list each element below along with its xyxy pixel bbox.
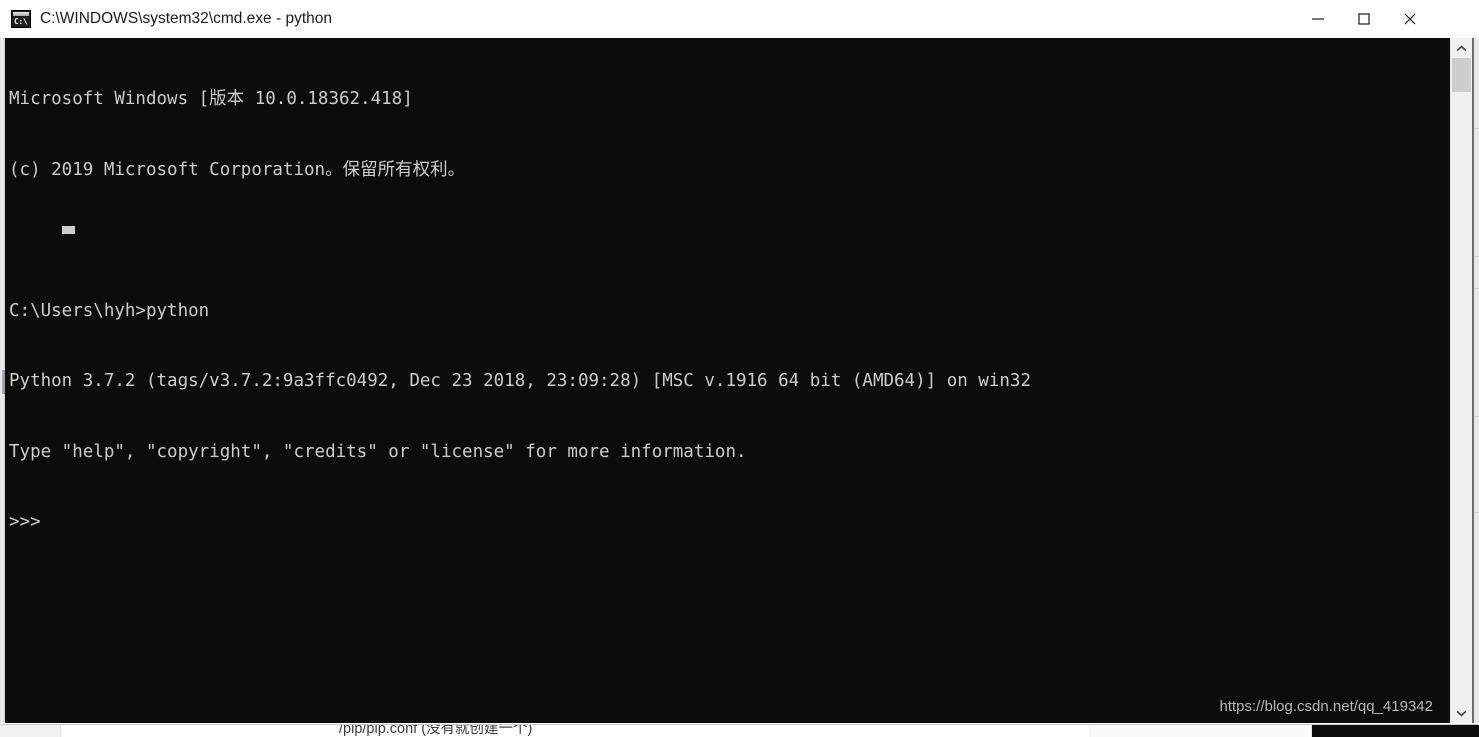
console-line: Type "help", "copyright", "credits" or "… xyxy=(9,441,747,462)
background-page-content: /pip/pip.conf (没有就创建一个) xyxy=(60,723,1312,737)
cmd-icon-titlebar xyxy=(13,12,29,16)
close-button[interactable] xyxy=(1387,0,1433,37)
text-cursor xyxy=(62,226,75,234)
close-icon xyxy=(1404,13,1416,24)
console-output-area[interactable]: Microsoft Windows [版本 10.0.18362.418] (c… xyxy=(5,38,1450,723)
scrollbar-thumb[interactable] xyxy=(1452,58,1471,92)
scroll-down-button[interactable] xyxy=(1451,703,1472,722)
minimize-button[interactable] xyxy=(1295,0,1341,37)
console-prompt-line: >>> xyxy=(9,512,41,532)
console-line: Microsoft Windows [版本 10.0.18362.418] xyxy=(9,89,413,109)
background-page-sidebar xyxy=(1090,723,1309,737)
scroll-down-arrow-icon xyxy=(1456,710,1467,716)
background-window-strip: /pip/pip.conf (没有就创建一个) xyxy=(0,723,1479,737)
console-window: C:\ C:\WINDOWS\system32\cmd.exe - python… xyxy=(0,0,1479,724)
background-right-dark-area xyxy=(1312,723,1479,737)
vertical-scrollbar[interactable] xyxy=(1450,38,1472,723)
console-line: (c) 2019 Microsoft Corporation。保留所有权利。 xyxy=(9,159,466,180)
edge-tick xyxy=(1474,288,1479,289)
cmd-icon-prompt-text: C:\ xyxy=(14,17,28,26)
edge-tick xyxy=(1474,256,1479,257)
maximize-button[interactable] xyxy=(1341,0,1387,37)
minimize-icon xyxy=(1312,17,1324,20)
edge-tick xyxy=(1474,416,1479,417)
scroll-up-button[interactable] xyxy=(1451,39,1472,58)
console-line: C:\Users\hyh>python xyxy=(9,300,210,321)
edge-tick xyxy=(1474,512,1479,513)
watermark-text: https://blog.csdn.net/qq_419342 xyxy=(1219,698,1433,715)
cmd-icon[interactable]: C:\ xyxy=(11,10,31,28)
window-far-right-edge xyxy=(1474,38,1479,723)
edge-tick xyxy=(1474,128,1479,129)
console-text: Microsoft Windows [版本 10.0.18362.418] (c… xyxy=(9,41,1031,582)
background-page-text: /pip/pip.conf (没有就创建一个) xyxy=(339,723,533,737)
scroll-up-arrow-icon xyxy=(1456,45,1467,51)
console-line: Python 3.7.2 (tags/v3.7.2:9a3ffc0492, De… xyxy=(9,371,1031,391)
window-title: C:\WINDOWS\system32\cmd.exe - python xyxy=(40,10,332,27)
title-bar[interactable]: C:\ C:\WINDOWS\system32\cmd.exe - python xyxy=(0,0,1479,39)
maximize-icon xyxy=(1358,12,1370,25)
